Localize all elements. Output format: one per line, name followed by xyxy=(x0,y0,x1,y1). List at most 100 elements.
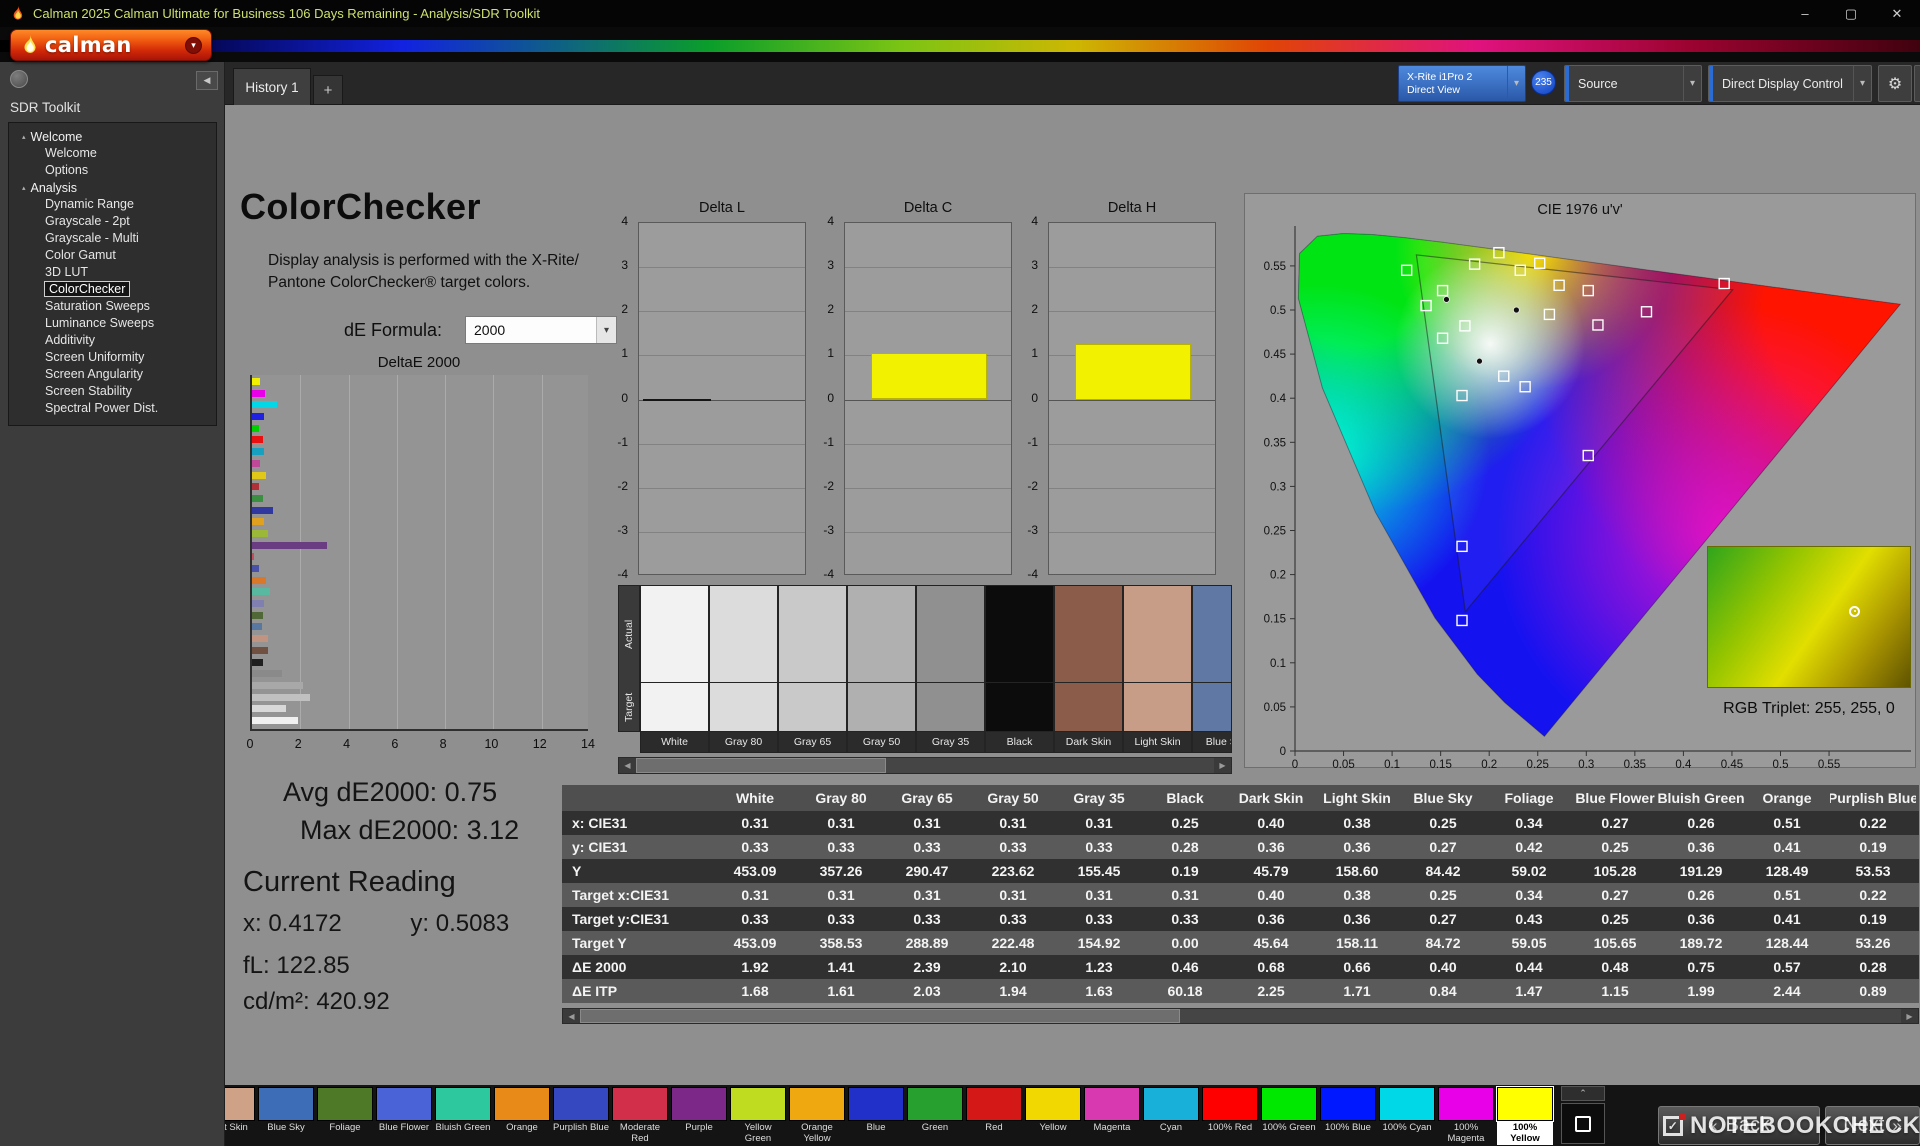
sidebar-item-colorchecker[interactable]: ColorChecker xyxy=(9,281,216,298)
scrollbar-thumb[interactable] xyxy=(636,758,886,773)
meter-dropdown[interactable]: X-Rite i1Pro 2 Direct View ▾ xyxy=(1398,65,1526,102)
scroll-left-icon[interactable]: ◀ xyxy=(619,758,636,773)
source-dropdown[interactable]: Source ▾ xyxy=(1564,65,1702,102)
add-tab-button[interactable]: + xyxy=(313,75,343,105)
sidebar-item-welcome[interactable]: Welcome xyxy=(9,145,216,162)
maximize-button[interactable]: ▢ xyxy=(1828,0,1874,27)
palette-item-100-blue[interactable]: 100% Blue xyxy=(1320,1087,1376,1145)
scroll-right-icon[interactable]: ▶ xyxy=(1214,758,1231,773)
sidebar-item-grayscale-2pt[interactable]: Grayscale - 2pt xyxy=(9,213,216,230)
fl-stat: fL: 122.85 xyxy=(243,952,350,979)
settings-button[interactable]: ⚙ xyxy=(1878,65,1912,102)
palette-item-100-cyan[interactable]: 100% Cyan xyxy=(1379,1087,1435,1145)
palette-expand-button[interactable]: ⌃ xyxy=(1561,1086,1605,1101)
palette-item-foliage[interactable]: Foliage xyxy=(317,1087,373,1145)
sidebar-item-options[interactable]: Options xyxy=(9,162,216,179)
sidebar-item-screen-uniformity[interactable]: Screen Uniformity xyxy=(9,349,216,366)
calman-logo[interactable]: calman ▾ xyxy=(10,29,212,61)
sidebar-item-screen-angularity[interactable]: Screen Angularity xyxy=(9,366,216,383)
cell: 0.33 xyxy=(913,911,941,927)
cell: 0.51 xyxy=(1773,887,1801,903)
palette-item-blue-sky[interactable]: Blue Sky xyxy=(258,1087,314,1145)
cdm2-stat: cd/m²: 420.92 xyxy=(243,988,390,1015)
tab-history-1[interactable]: History 1 xyxy=(233,68,311,105)
sidebar-item-luminance-sweeps[interactable]: Luminance Sweeps xyxy=(9,315,216,332)
palette-item-yellow[interactable]: Yellow xyxy=(1025,1087,1081,1145)
scrollbar-track[interactable] xyxy=(1180,1009,1901,1023)
sidebar-item-additivity[interactable]: Additivity xyxy=(9,332,216,349)
palette-item-red[interactable]: Red xyxy=(966,1087,1022,1145)
cell: 0.31 xyxy=(913,815,941,831)
actual-swatch xyxy=(710,586,777,683)
actual-swatch xyxy=(641,586,708,683)
swatch-label: White xyxy=(641,732,708,752)
swatch-column-dark-skin[interactable]: Dark Skin xyxy=(1055,586,1122,752)
swatch-column-gray-50[interactable]: Gray 50 xyxy=(848,586,915,752)
y-tick-label: 0.1 xyxy=(1270,658,1286,670)
scrollbar-thumb[interactable] xyxy=(580,1009,1180,1023)
palette-item-moderate-red[interactable]: Moderate Red xyxy=(612,1087,668,1145)
swatch-column-gray-35[interactable]: Gray 35 xyxy=(917,586,984,752)
scrollbar-track[interactable] xyxy=(886,758,1214,773)
back-button[interactable]: « Back xyxy=(1658,1106,1820,1145)
sidebar-item-screen-stability[interactable]: Screen Stability xyxy=(9,383,216,400)
cell: 0.51 xyxy=(1773,815,1801,831)
de-formula-select[interactable]: 2000 ▾ xyxy=(465,316,617,344)
swatch-column-white[interactable]: White xyxy=(641,586,708,752)
palette-label: Green xyxy=(921,1122,949,1133)
swatch-column-gray-80[interactable]: Gray 80 xyxy=(710,586,777,752)
sidebar-home-button[interactable] xyxy=(10,70,28,88)
palette-item-100-yellow[interactable]: 100% Yellow xyxy=(1496,1086,1554,1145)
tree-group-analysis[interactable]: ▴ Analysis xyxy=(9,179,216,196)
palette-item-yellow-green[interactable]: Yellow Green xyxy=(730,1087,786,1145)
swatch-column-blue-sky[interactable]: Blue Sky xyxy=(1193,586,1231,752)
palette-item-orange-yellow[interactable]: Orange Yellow xyxy=(789,1087,845,1145)
palette-label: Foliage xyxy=(329,1122,361,1133)
palette-item-orange[interactable]: Orange xyxy=(494,1087,550,1145)
palette-item-100-magenta[interactable]: 100% Magenta xyxy=(1438,1087,1494,1145)
row-label: Y xyxy=(572,863,582,879)
scroll-left-icon[interactable]: ◀ xyxy=(563,1009,580,1023)
y-tick-label: -2 xyxy=(617,478,628,493)
sidebar-item-3d-lut[interactable]: 3D LUT xyxy=(9,264,216,281)
y-tick-label: 0.05 xyxy=(1264,702,1286,714)
palette-item-blue-flower[interactable]: Blue Flower xyxy=(376,1087,432,1145)
palette-item-purplish-blue[interactable]: Purplish Blue xyxy=(553,1087,609,1145)
palette-item-purple[interactable]: Purple xyxy=(671,1087,727,1145)
sidebar-item-saturation-sweeps[interactable]: Saturation Sweeps xyxy=(9,298,216,315)
close-button[interactable]: ✕ xyxy=(1874,0,1920,27)
sidebar-item-dynamic-range[interactable]: Dynamic Range xyxy=(9,196,216,213)
palette-swatch xyxy=(1320,1087,1376,1121)
tree-group-welcome[interactable]: ▴ Welcome xyxy=(9,128,216,145)
palette-item-magenta[interactable]: Magenta xyxy=(1084,1087,1140,1145)
palette-item-100-green[interactable]: 100% Green xyxy=(1261,1087,1317,1145)
minimize-button[interactable]: – xyxy=(1782,0,1828,27)
x-tick-label: 0 xyxy=(1292,759,1298,769)
swatch-column-light-skin[interactable]: Light Skin xyxy=(1124,586,1191,752)
palette-item-100-red[interactable]: 100% Red xyxy=(1202,1087,1258,1145)
pattern-window-button[interactable] xyxy=(1561,1103,1605,1144)
actual-row-label: Actual xyxy=(623,619,635,650)
cell: 0.44 xyxy=(1515,959,1543,975)
display-control-dropdown[interactable]: Direct Display Control ▾ xyxy=(1708,65,1872,102)
palette-item-blue[interactable]: Blue xyxy=(848,1087,904,1145)
logo-menu-button[interactable]: ▾ xyxy=(185,36,202,54)
swatch-scrollbar[interactable]: ◀ ▶ xyxy=(618,757,1232,774)
cell: 0.40 xyxy=(1257,815,1285,831)
sidebar-item-spectral-power-dist[interactable]: Spectral Power Dist. xyxy=(9,400,216,417)
sidebar-item-color-gamut[interactable]: Color Gamut xyxy=(9,247,216,264)
collapse-panel-button[interactable]: ◀ xyxy=(1914,65,1920,102)
sidebar-item-grayscale-multi[interactable]: Grayscale - Multi xyxy=(9,230,216,247)
swatch-column-black[interactable]: Black xyxy=(986,586,1053,752)
palette-item-bluish-green[interactable]: Bluish Green xyxy=(435,1087,491,1145)
sidebar-collapse-button[interactable]: ◀ xyxy=(196,71,218,90)
cell: 45.64 xyxy=(1253,935,1289,951)
swatch-label: Light Skin xyxy=(1124,732,1191,752)
palette-item-green[interactable]: Green xyxy=(907,1087,963,1145)
table-scrollbar[interactable]: ◀ ▶ xyxy=(562,1008,1919,1024)
scroll-right-icon[interactable]: ▶ xyxy=(1901,1009,1918,1023)
palette-item-cyan[interactable]: Cyan xyxy=(1143,1087,1199,1145)
next-button[interactable]: Next » xyxy=(1825,1106,1920,1145)
swatch-column-gray-65[interactable]: Gray 65 xyxy=(779,586,846,752)
palette-item-light-skin[interactable]: Light Skin xyxy=(225,1087,255,1145)
